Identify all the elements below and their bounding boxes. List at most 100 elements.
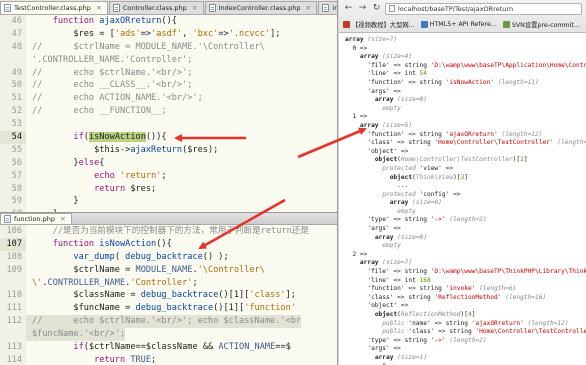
- code-line[interactable]: 109 $ctrlName = MODULE_NAME.'\Controller…: [0, 263, 337, 277]
- code-line[interactable]: 54 if(isNowAction()){: [0, 131, 337, 144]
- close-icon[interactable]: ×: [306, 4, 312, 12]
- php-file-icon: [322, 4, 330, 12]
- line-number: 59: [0, 195, 26, 209]
- line-number: [0, 53, 26, 67]
- line-content: // echo __CLASS__.'<br/>';: [32, 80, 193, 91]
- editor-tab[interactable]: TestController.class.php ×: [0, 1, 108, 14]
- line-number: 112: [0, 315, 26, 329]
- line-content: $ctrlName = MODULE_NAME.'\Controller\: [73, 264, 265, 275]
- line-number: 111: [0, 302, 26, 316]
- editor-tab[interactable]: IndexController.class.php ×: [204, 1, 318, 14]
- bookmark-label: 【视频教程】大型网...: [352, 22, 415, 29]
- line-number: 114: [0, 353, 26, 365]
- close-icon[interactable]: ×: [192, 4, 198, 12]
- code-line[interactable]: 110 $className = debug_backtrace()[1]['c…: [0, 289, 337, 303]
- navigation-row: ← → ↻ localhost/baseTP/Test/ajaxORreturn: [339, 0, 586, 17]
- code-line[interactable]: \'.CONTROLLER_NAME.'Controller';: [0, 276, 337, 290]
- code-line[interactable]: 113 if($ctrlName==$className && ACTION_N…: [0, 341, 337, 354]
- line-number: 108: [0, 250, 26, 264]
- code-line[interactable]: 58 return $res;: [0, 182, 337, 196]
- line-number: 56: [0, 156, 26, 170]
- bookmark-item[interactable]: 【视频教程】大型网...: [343, 20, 415, 29]
- line-content: }else{: [32, 157, 105, 168]
- line-content: return $res;: [94, 183, 157, 194]
- line-number: 109: [0, 263, 26, 277]
- close-icon[interactable]: ×: [96, 4, 102, 12]
- bookmark-item[interactable]: SVN设置pre-commit...: [502, 20, 580, 29]
- url-text: localhost/baseTP/Test/ajaxORreturn: [398, 4, 514, 13]
- code-line[interactable]: 47 $res = ['ads'=>'asdf', 'bxc'=>'.ncvcc…: [0, 27, 337, 41]
- line-content: $res = ['ads'=>'asdf', 'bxc'=>'.ncvcc'];: [73, 28, 281, 39]
- code-pane-top[interactable]: 46 function ajaxORreturn(){47 $res = ['a…: [0, 15, 337, 222]
- tab-label: Controller.class.php: [122, 4, 187, 12]
- browser-chrome: ← → ↻ localhost/baseTP/Test/ajaxORreturn…: [339, 0, 586, 33]
- var-dump-output: array (size=7) 0 => array (size=4) 'file…: [345, 36, 586, 365]
- back-icon[interactable]: ←: [343, 3, 354, 14]
- page-icon: [389, 5, 395, 12]
- code-line[interactable]: 107 function isNowAction(){: [0, 237, 337, 251]
- bookmark-item[interactable]: HTML5+ API Refere...: [420, 21, 497, 28]
- code-line[interactable]: '.CONTROLLER_NAME.'Controller';: [0, 53, 337, 67]
- line-number: 107: [0, 237, 26, 251]
- code-pane-bottom[interactable]: 106 //是否为当前模块下的控制器下的方法，常用于判断是return还是 107…: [0, 225, 337, 365]
- code-editor[interactable]: TestController.class.php × Controller.clas…: [0, 0, 338, 365]
- php-file-icon: [112, 4, 120, 12]
- bookmark-favicon-icon: [420, 21, 428, 28]
- line-number: 48: [0, 40, 26, 54]
- line-content: // echo ACTION_NAME.'<br/>';: [32, 93, 203, 104]
- tab-label: TestController.class.php: [14, 4, 91, 12]
- line-number: 113: [0, 341, 26, 354]
- line-content: echo 'return';: [94, 170, 167, 181]
- line-content: // echo $ctrlName.'<br/>'; echo $classNa…: [26, 315, 302, 329]
- code-line[interactable]: 59 }: [0, 195, 337, 209]
- code-line[interactable]: 48 // $ctrlName = MODULE_NAME.'\Controlle…: [0, 40, 337, 54]
- line-content: \'.CONTROLLER_NAME.'Controller';: [32, 277, 198, 288]
- close-icon[interactable]: ×: [60, 215, 66, 223]
- line-content: $funcName = debug_backtrace()[1]['functi…: [73, 303, 296, 314]
- code-line[interactable]: 50 // echo __CLASS__.'<br/>';: [0, 79, 337, 93]
- code-line[interactable]: 111 $funcName = debug_backtrace()[1]['fu…: [0, 302, 337, 316]
- line-content: // $ctrlName = MODULE_NAME.'\Controller\: [32, 41, 265, 52]
- php-file-icon: [4, 215, 11, 223]
- code-line[interactable]: 56 }else{: [0, 156, 337, 170]
- code-line[interactable]: 46 function ajaxORreturn(){: [0, 15, 337, 28]
- line-content: $this->ajaxReturn($res);: [94, 144, 219, 155]
- address-bar[interactable]: localhost/baseTP/Test/ajaxORreturn: [385, 2, 582, 15]
- bookmark-label: SVN设置pre-commit...: [511, 22, 580, 29]
- line-content: [26, 118, 32, 131]
- code-line[interactable]: 57 echo 'return';: [0, 169, 337, 183]
- tab-function-php[interactable]: function.php ×: [0, 213, 72, 224]
- reload-icon[interactable]: ↻: [371, 3, 382, 14]
- line-content: if(isNowAction()){: [73, 132, 167, 143]
- line-number: 47: [0, 27, 26, 41]
- code-line[interactable]: 114 return TRUE;: [0, 353, 337, 365]
- line-content: if($ctrlName==$className && ACTION_NAME=…: [73, 342, 291, 353]
- code-line[interactable]: 55 $this->ajaxReturn($res);: [0, 143, 337, 157]
- code-line[interactable]: 106 //是否为当前模块下的控制器下的方法，常用于判断是return还是: [0, 225, 337, 238]
- line-content: // echo $ctrlName.'<br/>';: [32, 67, 193, 78]
- bookmarks-bar: 【视频教程】大型网... HTML5+ API Refere... SVN设置pre…: [339, 17, 586, 32]
- bookmark-label: HTML5+ API Refere...: [429, 21, 497, 28]
- split-pane-tab-bar: function.php ×: [0, 212, 337, 225]
- code-line[interactable]: $funcName.'<br/>';: [0, 328, 337, 342]
- forward-icon[interactable]: →: [357, 3, 368, 14]
- code-line[interactable]: 51 // echo ACTION_NAME.'<br/>';: [0, 92, 337, 106]
- line-number: [0, 328, 26, 342]
- tab-label: index.php: [332, 4, 337, 12]
- code-line[interactable]: 112// echo $ctrlName.'<br/>'; echo $clas…: [0, 315, 337, 329]
- editor-tab[interactable]: index.php×: [318, 1, 337, 14]
- line-number: 50: [0, 79, 26, 93]
- code-line[interactable]: 49 // echo $ctrlName.'<br/>';: [0, 66, 337, 80]
- editor-tab-bar: TestController.class.php × Controller.clas…: [0, 0, 337, 15]
- code-line[interactable]: 53: [0, 118, 337, 132]
- php-file-icon: [4, 4, 11, 12]
- browser-window: ← → ↻ localhost/baseTP/Test/ajaxORreturn…: [339, 0, 586, 365]
- code-line[interactable]: 108 var_dump( debug_backtrace() );: [0, 250, 337, 264]
- code-line[interactable]: 52 // echo __FUNCTION__;: [0, 105, 337, 119]
- php-file-icon: [208, 4, 216, 12]
- line-number: 110: [0, 289, 26, 303]
- line-number: 49: [0, 66, 26, 80]
- line-content: function ajaxORreturn(){: [52, 16, 177, 26]
- editor-tab[interactable]: Controller.class.php ×: [108, 1, 204, 14]
- line-number: 58: [0, 182, 26, 196]
